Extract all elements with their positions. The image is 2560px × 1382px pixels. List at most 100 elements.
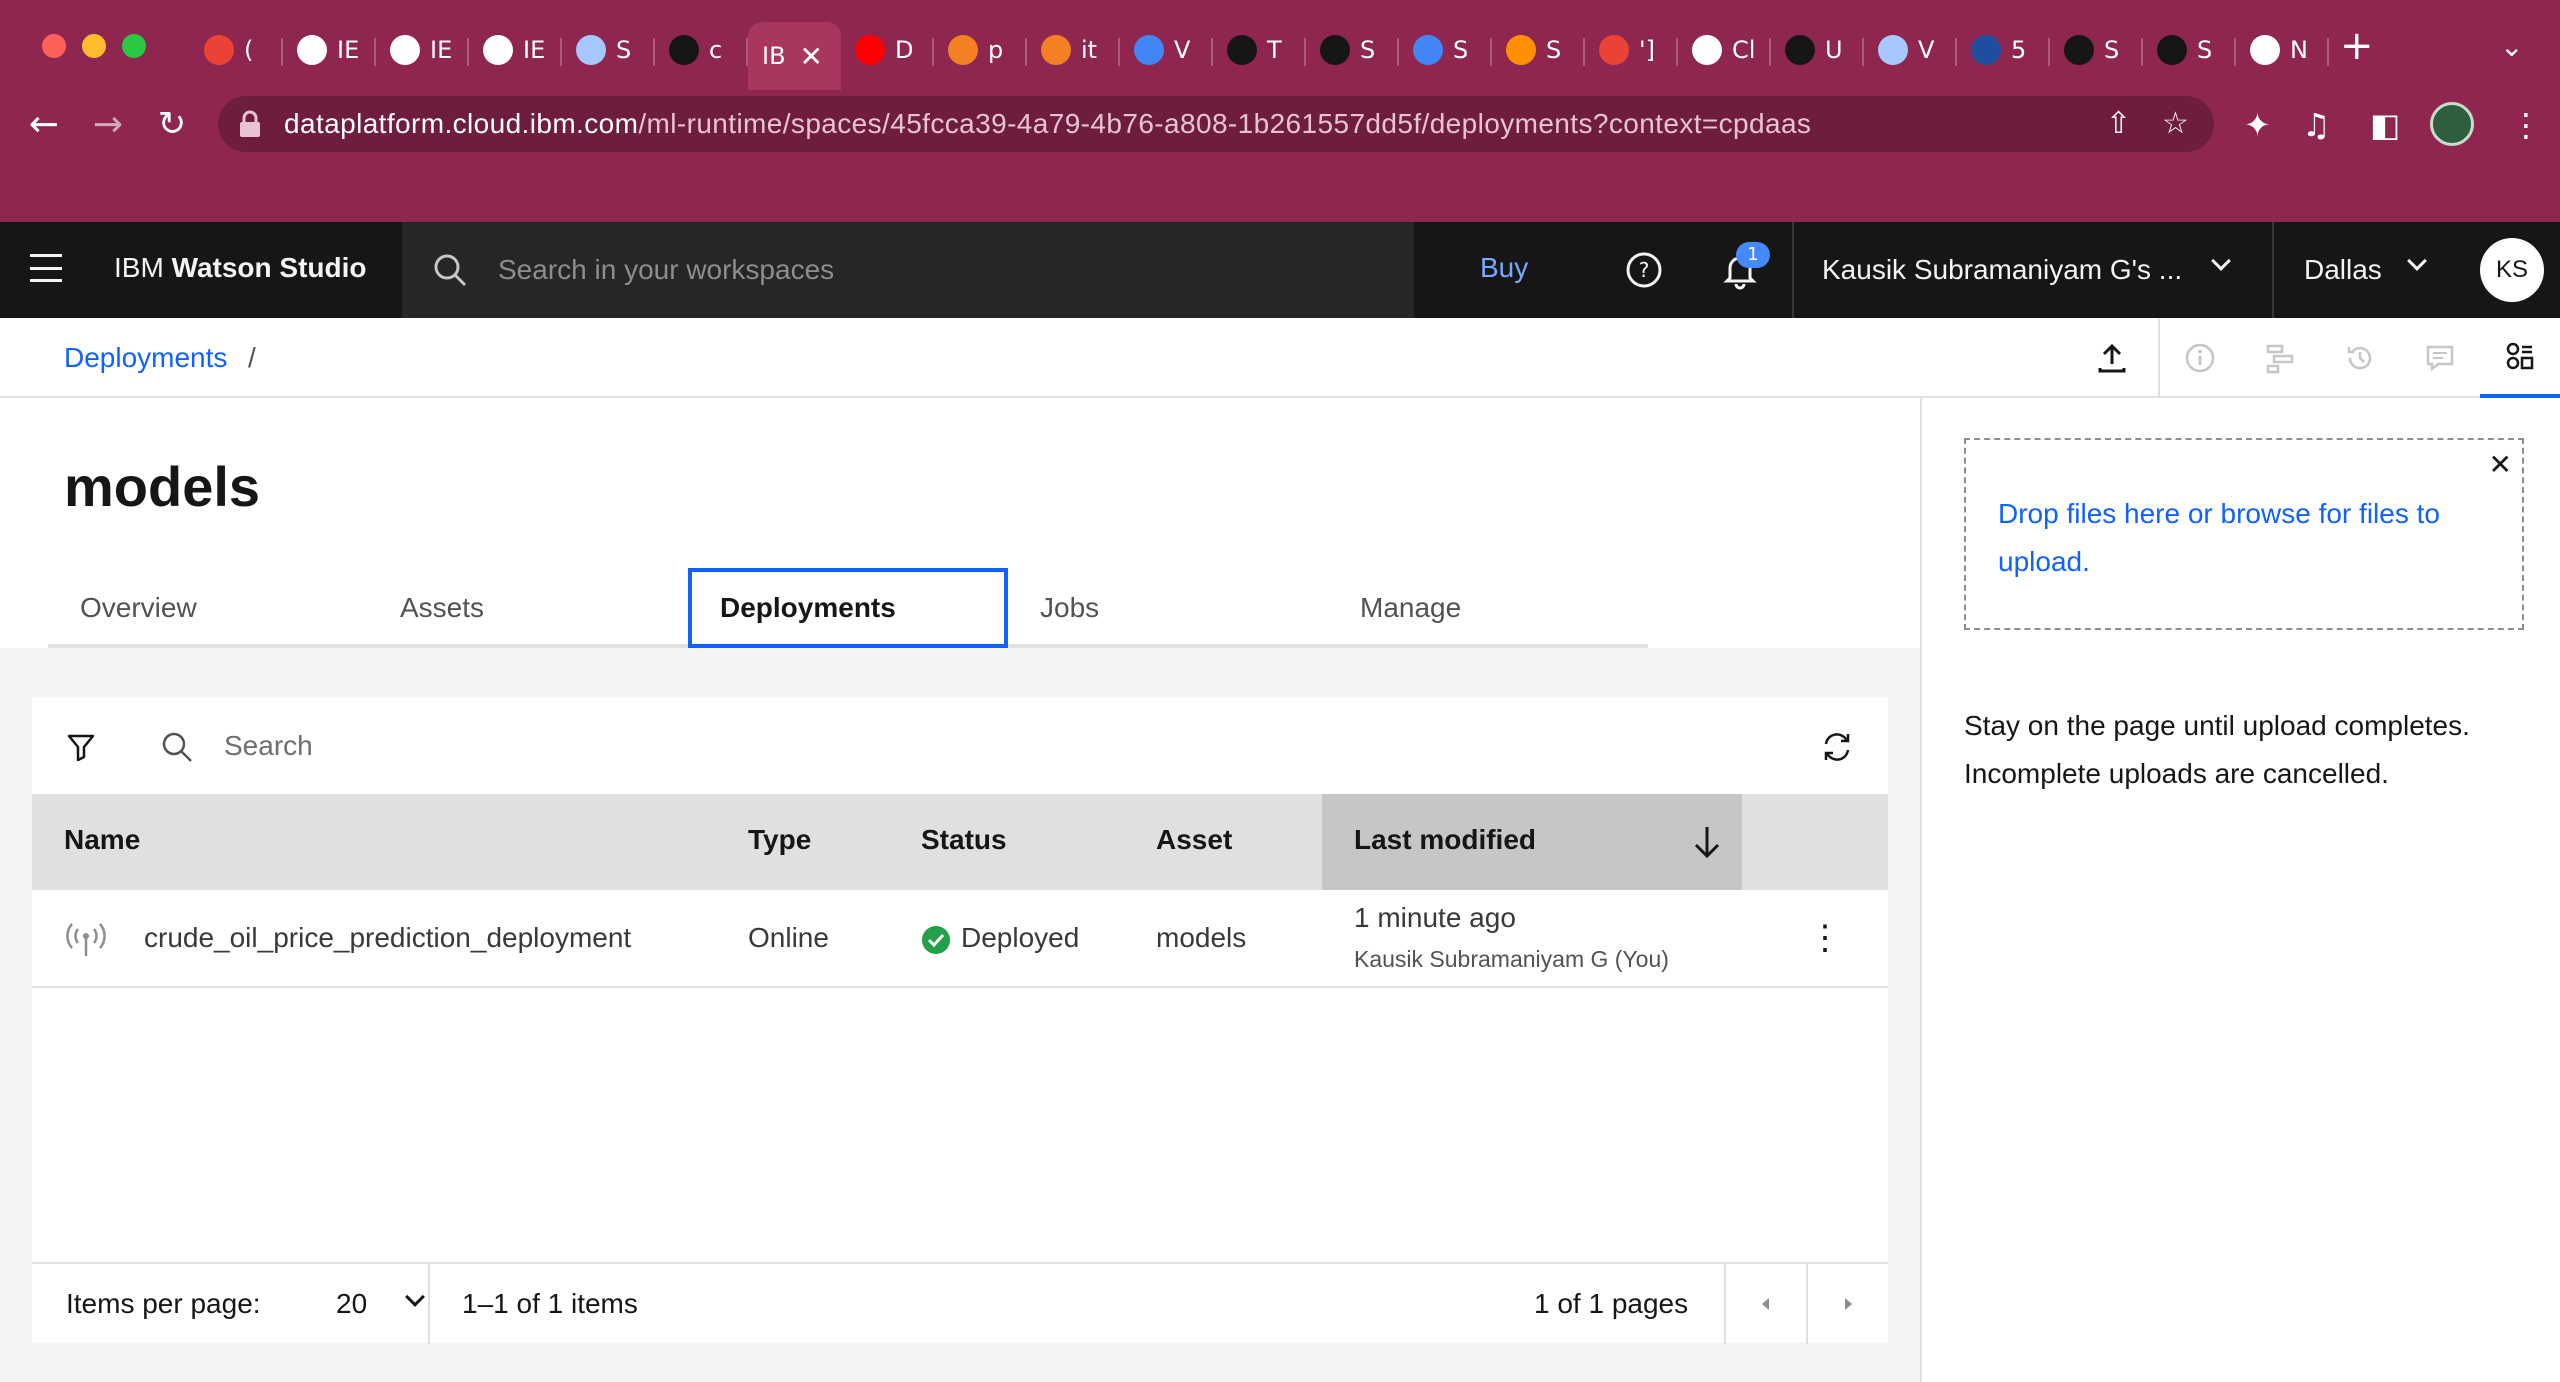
upload-note: Stay on the page until upload completes.… [1964,710,2470,789]
column-header-last-modified[interactable]: Last modified [1354,824,1536,856]
ibm-bee-icon [669,35,699,65]
browser-tab[interactable]: N [2236,22,2329,78]
dropzone-browse-link[interactable]: Drop files here or browse for files to u… [1998,490,2498,586]
browser-tab[interactable]: 5 [1957,22,2050,78]
close-icon[interactable]: ✕ [2489,448,2512,481]
browser-tab[interactable]: it [1027,22,1120,78]
tensorflow-icon [1506,35,1536,65]
browser-tab[interactable]: IB ✕ [748,22,841,90]
browser-tab-title: S [2104,36,2120,64]
tab-search-chevron-icon[interactable]: ⌄ [2500,30,2523,63]
browser-tab[interactable]: '] [1585,22,1678,78]
address-bar[interactable]: dataplatform.cloud.ibm.com/ml-runtime/sp… [218,96,2214,152]
hamburger-menu-icon[interactable] [30,254,62,282]
browser-tab[interactable]: S [2050,22,2143,78]
browser-tab[interactable]: c [655,22,748,78]
browser-tab[interactable]: S [2143,22,2236,78]
browser-tab[interactable]: T [1213,22,1306,78]
window-close-button[interactable] [42,34,66,58]
breadcrumb-separator: / [248,342,256,373]
online-deployment-antenna-icon [66,923,106,956]
browser-tab-title: Cl [1732,36,1756,64]
browser-tab[interactable]: V [1120,22,1213,78]
column-header-type[interactable]: Type [748,824,811,856]
browser-tab[interactable]: S [1399,22,1492,78]
product-name[interactable]: IBM Watson Studio [114,252,367,284]
file-dropzone[interactable]: ✕ Drop files here or browse for files to… [1964,438,2524,630]
workspace-search-input[interactable] [498,254,1398,286]
speaker-icon [1692,35,1722,65]
browser-tab[interactable]: IE [283,22,376,78]
back-button[interactable]: ← [20,100,68,148]
stackoverflow-icon [1041,35,1071,65]
browser-tab[interactable]: ( [190,22,283,78]
row-overflow-menu-icon[interactable]: ⋮ [1808,918,1842,958]
info-icon[interactable] [2160,318,2240,398]
lineage-icon[interactable] [2240,318,2320,398]
refresh-icon[interactable] [1820,730,1854,764]
browser-chrome: (IE IE IE Sc IB ✕ Dp it V T S S S '] Cl U V 5 S S N + ⌄ ← → … [0,0,2560,222]
tab-manage[interactable]: Manage [1328,568,1648,648]
pagination: Items per page: 20 1–1 of 1 items 1 of 1… [32,1262,1888,1344]
url-path: /ml-runtime/spaces/45fcca39-4a79-4b76-a8… [638,108,1812,139]
account-switcher[interactable]: Kausik Subramaniyam G's ... [1792,222,2272,318]
close-tab-icon[interactable]: ✕ [800,40,823,73]
tab-jobs[interactable]: Jobs [1008,568,1328,648]
media-queue-icon[interactable]: ♫ [2302,106,2331,144]
bookmark-star-icon[interactable]: ☆ [2162,106,2189,141]
comment-icon[interactable] [2400,318,2480,398]
previous-page-button[interactable] [1726,1264,1806,1344]
tableau-icon [1971,35,2001,65]
tab-deployments[interactable]: Deployments [688,568,1008,648]
user-avatar[interactable]: KS [2480,238,2544,302]
region-switcher[interactable]: Dallas [2272,222,2468,318]
window-minimize-button[interactable] [82,34,106,58]
new-tab-button[interactable]: + [2340,26,2374,66]
table-search-input[interactable]: Search [224,730,313,762]
globe-icon [390,35,420,65]
browser-tab[interactable]: S [1492,22,1585,78]
sort-descending-arrow-icon[interactable] [1690,824,1724,860]
browser-tab[interactable]: S [1306,22,1399,78]
side-panel-icon[interactable]: ◧ [2370,106,2400,144]
window-zoom-button[interactable] [122,34,146,58]
reload-button[interactable]: ↻ [148,100,196,148]
breadcrumb-deployments-link[interactable]: Deployments [64,342,227,374]
browser-tab-title: S [1360,36,1376,64]
browser-tab[interactable]: IE [376,22,469,78]
browser-tab[interactable]: IE [469,22,562,78]
filter-icon[interactable] [66,732,96,762]
google-icon [1413,35,1443,65]
tab-overview[interactable]: Overview [48,568,368,648]
table-row[interactable]: crude_oil_price_prediction_deployment On… [32,890,1888,988]
buy-link[interactable]: Buy [1480,252,1528,284]
browser-tab[interactable]: U [1771,22,1864,78]
globe-icon [297,35,327,65]
browser-tab[interactable]: p [934,22,1027,78]
column-header-name[interactable]: Name [64,824,140,856]
extensions-icon[interactable]: ✦ [2244,106,2271,144]
browser-tab[interactable]: Cl [1678,22,1771,78]
caret-left-icon [1762,1298,1769,1310]
lock-icon [240,110,260,137]
data-assets-icon[interactable] [2480,318,2560,398]
tab-assets[interactable]: Assets [368,568,688,648]
upload-icon[interactable] [2072,318,2152,398]
bee-icon [1320,35,1350,65]
help-icon[interactable]: ? [1620,246,1668,294]
share-icon[interactable]: ⇧ [2106,106,2131,141]
column-header-status[interactable]: Status [921,824,1007,856]
deployment-name-link[interactable]: crude_oil_price_prediction_deployment [144,922,631,954]
next-page-button[interactable] [1808,1264,1888,1344]
browser-menu-icon[interactable]: ⋮ [2510,106,2542,144]
browser-tab[interactable]: V [1864,22,1957,78]
history-icon[interactable] [2320,318,2400,398]
column-header-asset[interactable]: Asset [1156,824,1232,856]
chevron-down-icon [405,1287,425,1307]
page-tabs: Overview Assets Deployments Jobs Manage [48,568,1648,648]
browser-profile-avatar[interactable] [2430,102,2474,146]
browser-tab[interactable]: D [841,22,934,78]
browser-tab[interactable]: S [562,22,655,78]
browser-tab-title: IE [337,36,360,64]
forward-button[interactable]: → [84,100,132,148]
